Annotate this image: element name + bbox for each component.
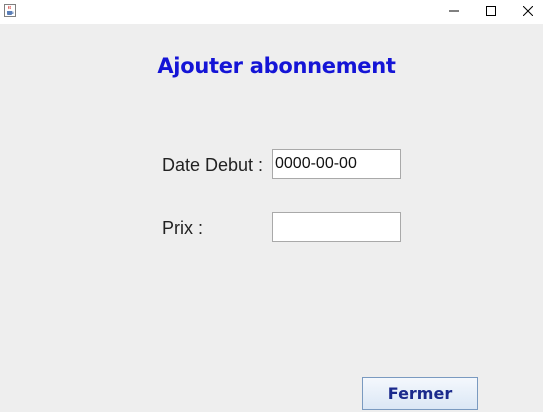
close-icon (522, 3, 534, 21)
prix-label: Prix : (162, 218, 204, 238)
maximize-icon (486, 3, 496, 21)
page-title: Ajouter abonnement (157, 54, 396, 78)
date-debut-label: Date Debut : (162, 155, 264, 175)
fermer-button[interactable]: Fermer (362, 377, 478, 410)
minimize-icon (449, 3, 459, 21)
window-titlebar (0, 0, 543, 24)
minimize-button[interactable] (435, 0, 473, 24)
java-cup-icon (4, 4, 16, 17)
close-window-button[interactable] (509, 0, 543, 24)
form-panel: Ajouter abonnement Date Debut : Prix : F… (0, 24, 543, 412)
date-debut-input[interactable] (272, 149, 401, 179)
maximize-button[interactable] (472, 0, 510, 24)
prix-input[interactable] (272, 212, 401, 242)
